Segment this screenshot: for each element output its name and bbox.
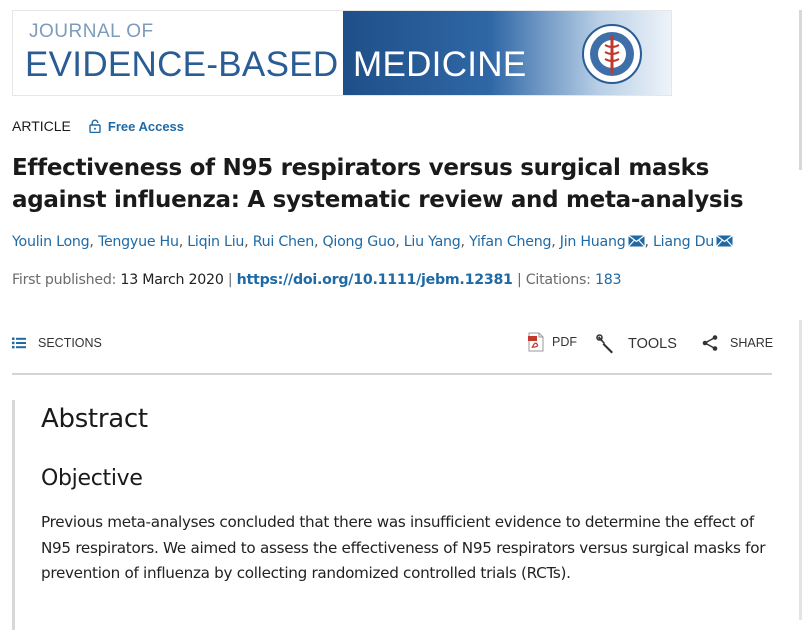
article-title: Effectiveness of N95 respirators versus …	[12, 155, 744, 213]
sections-button[interactable]: SECTIONS	[12, 336, 102, 350]
journal-banner[interactable]: JOURNAL OF EVIDENCE-BASED MEDICINE	[12, 10, 672, 96]
sections-label: SECTIONS	[38, 336, 102, 350]
pdf-button[interactable]: PDF	[528, 332, 577, 352]
article-toolbar: SECTIONS PDF TOOLS SHARE	[12, 332, 773, 360]
abstract-section: Abstract Objective Previous meta-analyse…	[12, 400, 795, 630]
article-type: ARTICLE	[12, 118, 71, 134]
list-icon	[12, 337, 26, 349]
citations-count-link[interactable]: 183	[595, 272, 622, 288]
objective-heading: Objective	[41, 466, 143, 491]
author-link[interactable]: Qiong Guo	[323, 234, 396, 250]
journal-name-right: MEDICINE	[353, 45, 527, 84]
author-link[interactable]: Jin Huang	[560, 234, 626, 250]
author-link[interactable]: Youlin Long	[12, 234, 90, 250]
author-link[interactable]: Liang Du	[653, 234, 714, 250]
banner-right: MEDICINE	[343, 11, 671, 95]
journal-name-left: EVIDENCE-BASED	[25, 45, 339, 84]
first-published-label: First published:	[12, 272, 117, 288]
objective-text: Previous meta-analyses concluded that th…	[41, 513, 766, 582]
publication-info: First published: 13 March 2020 | https:/…	[12, 272, 622, 288]
first-published-date: 13 March 2020	[120, 272, 224, 288]
free-access-badge: Free Access	[89, 119, 184, 134]
free-access-label: Free Access	[107, 118, 185, 134]
lock-open-icon	[89, 119, 101, 133]
article-meta-row: ARTICLE Free Access	[12, 118, 184, 134]
share-icon	[702, 335, 718, 351]
author-list: Youlin Long, Tengyue Hu, Liqin Liu, Rui …	[12, 234, 792, 250]
abstract-heading: Abstract	[41, 404, 148, 434]
toolbar-divider	[12, 373, 772, 375]
share-label: SHARE	[730, 336, 774, 350]
banner-left: JOURNAL OF EVIDENCE-BASED	[13, 11, 343, 95]
tools-label: TOOLS	[628, 336, 677, 352]
author-link[interactable]: Tengyue Hu	[98, 234, 179, 250]
journal-seal-logo-icon	[582, 24, 642, 84]
share-button[interactable]: SHARE	[702, 335, 773, 351]
author-link[interactable]: Liu Yang	[404, 234, 461, 250]
citations-label: Citations:	[525, 272, 591, 288]
sidebar-edge-lower	[799, 320, 802, 620]
sidebar-edge	[799, 10, 802, 170]
journal-of-text: JOURNAL OF	[29, 21, 154, 42]
tools-button[interactable]: TOOLS	[596, 334, 677, 354]
wrench-icon	[596, 334, 613, 354]
author-link[interactable]: Rui Chen	[253, 234, 315, 250]
pdf-label: PDF	[552, 335, 577, 349]
author-link[interactable]: Yifan Cheng	[469, 234, 551, 250]
doi-link[interactable]: https://doi.org/10.1111/jebm.12381	[237, 272, 513, 288]
author-link[interactable]: Liqin Liu	[187, 234, 244, 250]
email-icon[interactable]	[716, 235, 733, 247]
email-icon[interactable]	[627, 235, 645, 247]
pdf-file-icon	[528, 332, 544, 352]
